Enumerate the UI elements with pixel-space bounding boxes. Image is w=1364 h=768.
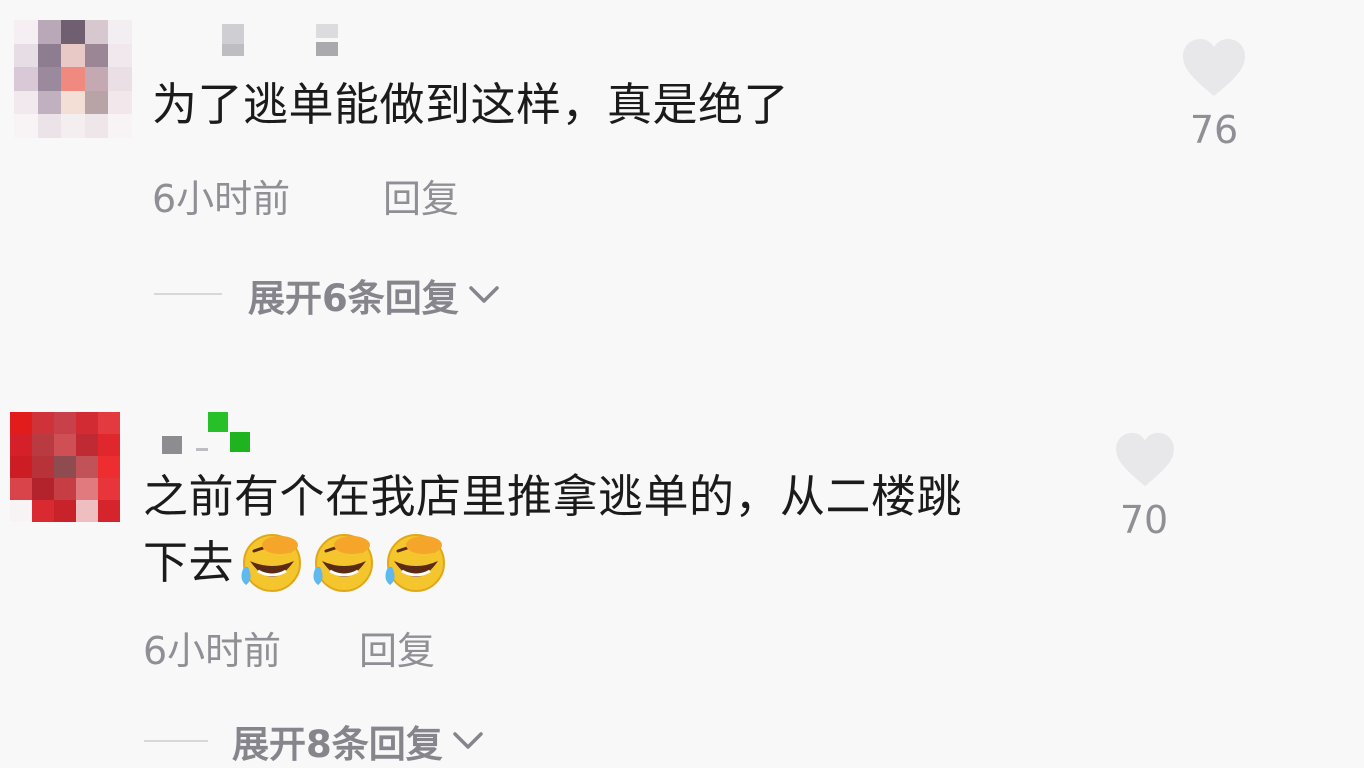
comment-text-tail: 下去 [143, 536, 235, 589]
comment-text: 之前有个在我店里推拿逃单的，从二楼跳 下去 [143, 464, 962, 596]
laughing-crying-emoji [313, 534, 374, 592]
divider [154, 293, 222, 295]
avatar[interactable] [14, 20, 132, 138]
like-count: 70 [1119, 498, 1169, 542]
comment-text-line: 下去 [143, 530, 962, 596]
expand-replies-label: 展开6条回复 [248, 277, 459, 320]
expand-replies-label: 展开8条回复 [232, 723, 443, 766]
laughing-crying-emoji [385, 534, 446, 592]
heart-icon[interactable] [1181, 38, 1247, 98]
heart-icon[interactable] [1114, 432, 1176, 488]
expand-replies-button[interactable]: 展开8条回复 [232, 714, 487, 768]
avatar[interactable] [10, 412, 120, 522]
divider [144, 740, 208, 742]
comment-time: 6小时前 [143, 629, 282, 673]
laughing-crying-emoji [241, 534, 302, 592]
reply-button[interactable]: 回复 [383, 168, 459, 223]
comment-text-line: 之前有个在我店里推拿逃单的，从二楼跳 [143, 470, 963, 523]
comment-text: 为了逃单能做到这样，真是绝了 [152, 78, 790, 131]
like-count: 76 [1189, 108, 1239, 152]
chevron-down-icon [469, 286, 499, 303]
expand-replies-button[interactable]: 展开6条回复 [248, 268, 503, 322]
comment-time: 6小时前 [152, 177, 291, 221]
reply-button[interactable]: 回复 [359, 620, 435, 675]
